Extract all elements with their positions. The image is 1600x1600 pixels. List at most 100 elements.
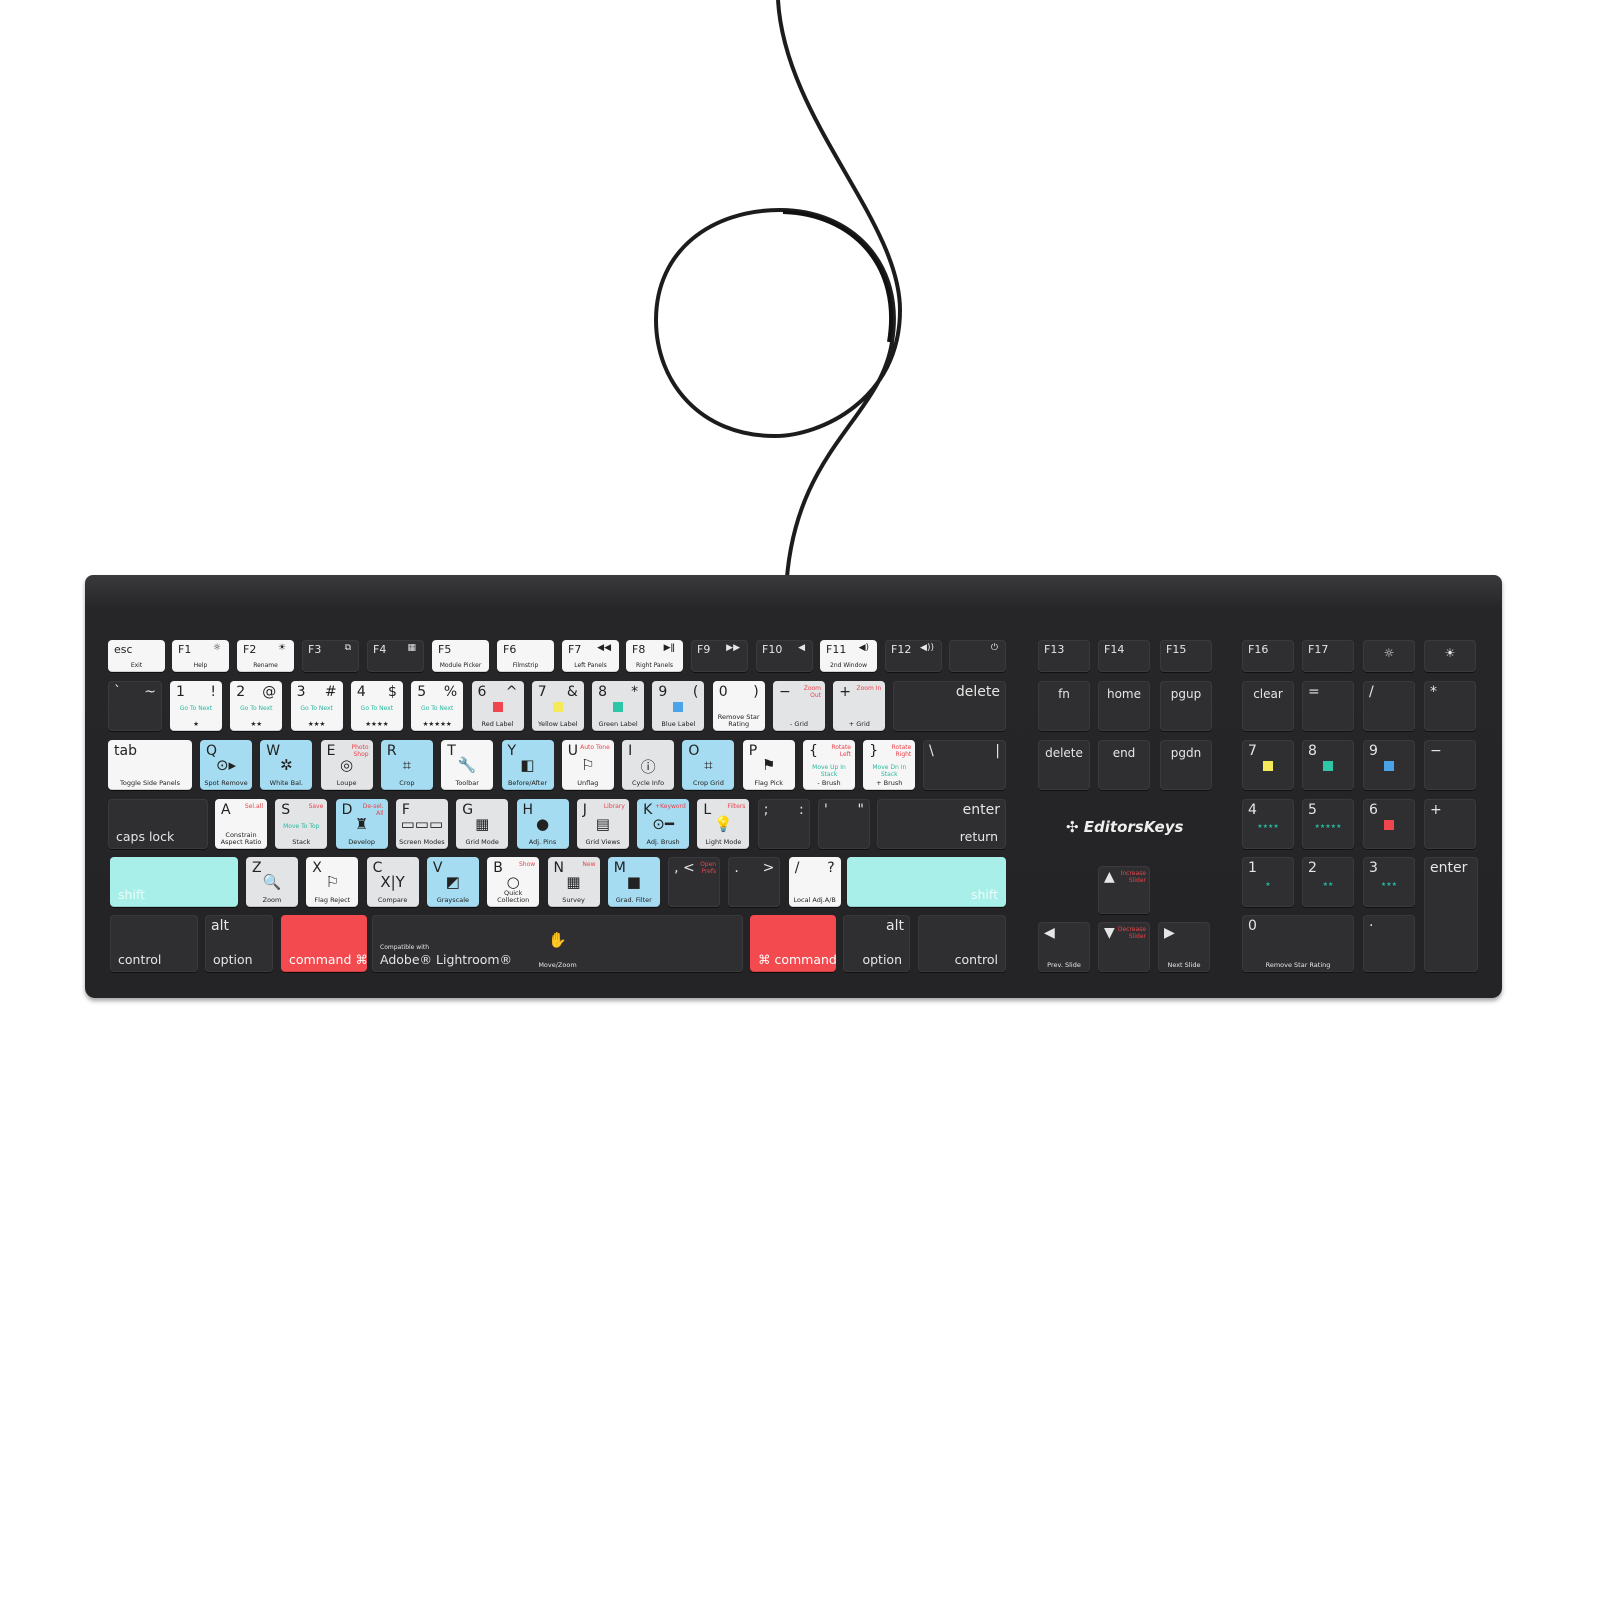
- key-control[interactable]: control: [918, 915, 1006, 972]
- key-symbol[interactable]: ' ": [818, 799, 870, 849]
- key-o[interactable]: O ⌗ Crop Grid: [682, 740, 735, 790]
- key-b[interactable]: B Show ○ Quick Collection: [487, 857, 540, 907]
- key-p[interactable]: P ⚑ Flag Pick: [742, 740, 795, 790]
- key-shift[interactable]: shift: [110, 857, 238, 907]
- key-7[interactable]: 7: [1242, 740, 1294, 790]
- key-symbol[interactable]: , < Open Prefs: [668, 857, 721, 907]
- key-f14[interactable]: F14: [1098, 640, 1150, 672]
- key-w[interactable]: W ✲ White Bal.: [260, 740, 313, 790]
- key-d[interactable]: D De-sel. All ♜ Develop: [335, 799, 388, 849]
- key-f11[interactable]: F11 ◀) 2nd Window: [820, 640, 877, 672]
- key-f9[interactable]: F9 ▶▶: [691, 640, 748, 672]
- key-f[interactable]: F ▭▭▭ Screen Modes: [395, 799, 448, 849]
- key-i[interactable]: Iⓘ Cycle Info: [622, 740, 675, 790]
- key-1[interactable]: 1 ★: [1242, 857, 1294, 907]
- key-symbol[interactable]: +: [1424, 799, 1476, 849]
- key-f8[interactable]: F8 ▶ǁ Right Panels: [626, 640, 683, 672]
- key-k[interactable]: K +Keyword ⊙━ Adj. Brush: [637, 799, 690, 849]
- key-0[interactable]: 0) Remove Star Rating: [712, 681, 765, 731]
- key-delete[interactable]: delete: [893, 681, 1006, 731]
- key-command[interactable]: ⌘ command: [750, 915, 836, 972]
- key-r[interactable]: R ⌗ Crop: [380, 740, 433, 790]
- key-s[interactable]: S Save Move To Top Stack: [275, 799, 328, 849]
- key-9[interactable]: 9 (Blue Label: [652, 681, 705, 731]
- key-symbol[interactable]: } Rotate Right Move Dn In Stack + Brush: [863, 740, 916, 790]
- key-n[interactable]: N New ▦ Survey: [547, 857, 600, 907]
- key-2[interactable]: 2 ★★: [1302, 857, 1354, 907]
- key-x[interactable]: X ⚐ Flag Reject: [306, 857, 359, 907]
- key-end[interactable]: end: [1098, 740, 1150, 790]
- key-f10[interactable]: F10 ◀: [756, 640, 813, 672]
- key-f12[interactable]: F12 ◀)): [885, 640, 942, 672]
- key-adobe-lightroom[interactable]: Compatible with Adobe® Lightroom® ✋ Move/Zo…: [372, 915, 743, 972]
- key-v[interactable]: V ◩ Grayscale: [426, 857, 479, 907]
- key-f2[interactable]: F2 ☀ Rename: [237, 640, 294, 672]
- key-5[interactable]: 5% Go To Next ★★★★★: [411, 681, 464, 731]
- key-control[interactable]: control: [110, 915, 198, 972]
- key-f7[interactable]: F7 ◀◀ Left Panels: [562, 640, 619, 672]
- key-4[interactable]: 4 ★★★★: [1242, 799, 1294, 849]
- key-4[interactable]: 4 $ Go To Next ★★★★: [350, 681, 403, 731]
- key-q[interactable]: Q ⊙▸ Spot Remove: [200, 740, 252, 790]
- key-2[interactable]: 2 @ Go To Next ★★: [230, 681, 283, 731]
- key-symbol[interactable]: − Zoom Out - Grid: [773, 681, 825, 731]
- key-shift[interactable]: shift: [847, 857, 1006, 907]
- key-3[interactable]: 3 # Go To Next ★★★: [290, 681, 343, 731]
- key-option[interactable]: alt option: [843, 915, 910, 972]
- key-a[interactable]: A Sel.all Constrain Aspect Ratio: [215, 799, 267, 849]
- key-pgdn[interactable]: pgdn: [1160, 740, 1212, 790]
- key-f15[interactable]: F15: [1160, 640, 1212, 672]
- key-9[interactable]: 9: [1363, 740, 1415, 790]
- key-3[interactable]: 3 ★★★: [1363, 857, 1415, 907]
- key-m[interactable]: M ■ Grad. Filter: [607, 857, 660, 907]
- key-6[interactable]: 6: [1363, 799, 1415, 849]
- key-symbol[interactable]: ⏻: [949, 640, 1006, 672]
- key-5[interactable]: 5 ★★★★★: [1302, 799, 1354, 849]
- key-symbol[interactable]: ☼: [1363, 640, 1415, 672]
- key-f1[interactable]: F1 ☼ Help: [172, 640, 229, 672]
- key-symbol[interactable]: + Zoom In + Grid: [833, 681, 886, 731]
- key-symbol[interactable]: =: [1302, 681, 1354, 731]
- key-l[interactable]: L Filters 💡 Light Mode: [697, 799, 750, 849]
- key-delete[interactable]: delete: [1038, 740, 1090, 790]
- key-f4[interactable]: F4 ▦: [367, 640, 424, 672]
- key-fn[interactable]: fn: [1038, 681, 1090, 731]
- key-t[interactable]: T 🔧 Toolbar: [441, 740, 494, 790]
- key-home[interactable]: home: [1098, 681, 1150, 731]
- key-u[interactable]: U Auto Tone ⚐ Unflag: [561, 740, 614, 790]
- key-return[interactable]: enter return: [877, 799, 1006, 849]
- key-f5[interactable]: F5 Module Picker: [432, 640, 489, 672]
- key-7[interactable]: 7 & Yellow Label: [531, 681, 584, 731]
- key-y[interactable]: Y ◧ Before/After: [501, 740, 554, 790]
- key-8[interactable]: 8 * Green Label: [592, 681, 645, 731]
- key-symbol[interactable]: ◀ Prev. Slide: [1038, 922, 1090, 972]
- key-8[interactable]: 8: [1302, 740, 1354, 790]
- key-1[interactable]: 1! Go To Next ★: [170, 681, 222, 731]
- key-f13[interactable]: F13: [1038, 640, 1090, 672]
- key-clear[interactable]: clear: [1242, 681, 1294, 731]
- key-esc[interactable]: esc Exit: [108, 640, 165, 672]
- key-6[interactable]: 6 ^ Red Label: [471, 681, 524, 731]
- key-symbol[interactable]: \ |: [923, 740, 1006, 790]
- key-symbol[interactable]: /: [1363, 681, 1415, 731]
- key-f16[interactable]: F16: [1242, 640, 1294, 672]
- key-e[interactable]: E Photo Shop ◎ Loupe: [320, 740, 373, 790]
- key-caps-lock[interactable]: caps lock: [108, 799, 208, 849]
- key-symbol[interactable]: ` ~: [108, 681, 162, 731]
- key-symbol[interactable]: −: [1424, 740, 1476, 790]
- key-g[interactable]: G ▦ Grid Mode: [456, 799, 509, 849]
- key-symbol[interactable]: *: [1424, 681, 1476, 731]
- key-c[interactable]: C X|Y Compare: [366, 857, 419, 907]
- key-f17[interactable]: F17: [1302, 640, 1354, 672]
- key-enter[interactable]: enter: [1424, 857, 1478, 972]
- key-symbol[interactable]: /? Local Adj.A/B: [788, 857, 841, 907]
- key-f6[interactable]: F6 Filmstrip: [497, 640, 554, 672]
- key-alt[interactable]: alt option: [205, 915, 273, 972]
- key-tab[interactable]: tab Toggle Side Panels: [108, 740, 192, 790]
- key-symbol[interactable]: ▼ Decrease Slider: [1098, 922, 1150, 972]
- key-symbol[interactable]: ·: [1363, 915, 1415, 972]
- key-symbol[interactable]: {Rotate Left Move Up In Stack - Brush: [803, 740, 855, 790]
- key-symbol[interactable]: ▶ Next Slide: [1158, 922, 1210, 972]
- key-symbol[interactable]: . >: [728, 857, 781, 907]
- key-z[interactable]: Z 🔍 Zoom: [246, 857, 298, 907]
